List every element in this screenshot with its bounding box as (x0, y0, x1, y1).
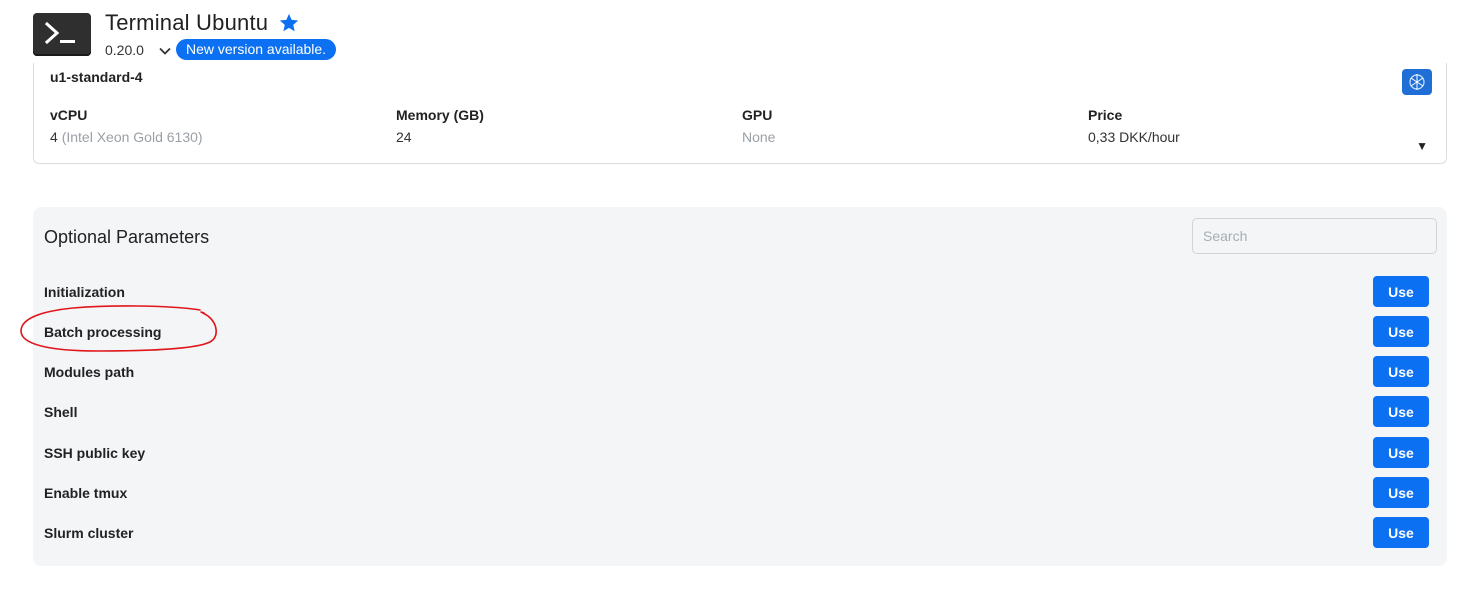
param-label: Shell (44, 404, 78, 420)
spec-detail: (Intel Xeon Gold 6130) (61, 129, 203, 145)
spec-label: GPU (742, 107, 773, 123)
param-label: Modules path (44, 364, 135, 380)
spec-value: None (742, 129, 776, 145)
app-title: Terminal Ubuntu (105, 10, 269, 35)
param-row-initialization: Initialization Use (33, 276, 1447, 308)
dropdown-arrow-icon[interactable]: ▼ (1416, 139, 1428, 153)
spec-label: vCPU (50, 107, 88, 123)
use-button[interactable]: Use (1373, 437, 1429, 468)
param-label: Initialization (44, 284, 125, 300)
param-row-shell: Shell Use (33, 396, 1447, 428)
param-label: SSH public key (44, 445, 146, 461)
chevron-down-icon[interactable] (158, 44, 172, 58)
spec-vcpu: vCPU 4 (Intel Xeon Gold 6130) (50, 107, 203, 145)
spec-price: Price 0,33 DKK/hour (1088, 107, 1180, 145)
param-row-batch-processing: Batch processing Use (33, 316, 1447, 348)
param-label: Enable tmux (44, 485, 128, 501)
use-button[interactable]: Use (1373, 316, 1429, 347)
use-button[interactable]: Use (1373, 517, 1429, 548)
param-row-ssh-public-key: SSH public key Use (33, 437, 1447, 469)
optional-parameters-title: Optional Parameters (44, 227, 210, 247)
spec-memory: Memory (GB) 24 (396, 107, 484, 145)
spec-value: 4 (50, 129, 58, 145)
machine-type-card[interactable]: u1-standard-4 vCPU 4 (Intel Xeon Gold 61… (33, 63, 1447, 164)
spec-label: Price (1088, 107, 1123, 123)
param-label: Batch processing (44, 324, 162, 340)
spec-label: Memory (GB) (396, 107, 484, 123)
favorite-star-icon[interactable] (278, 12, 300, 34)
spec-gpu: GPU None (742, 107, 775, 145)
param-row-modules-path: Modules path Use (33, 356, 1447, 388)
search-input[interactable] (1192, 218, 1437, 254)
use-button[interactable]: Use (1373, 356, 1429, 387)
param-label: Slurm cluster (44, 525, 134, 541)
new-version-badge[interactable]: New version available. (176, 39, 337, 60)
machine-name: u1-standard-4 (50, 69, 143, 85)
use-button[interactable]: Use (1373, 276, 1429, 307)
version-label: 0.20.0 (105, 42, 144, 58)
spec-value: 24 (396, 129, 412, 145)
use-button[interactable]: Use (1373, 477, 1429, 508)
param-row-enable-tmux: Enable tmux Use (33, 477, 1447, 509)
optional-parameters-panel: Optional Parameters Initialization Use B… (33, 207, 1447, 566)
spec-value: 0,33 DKK/hour (1088, 129, 1180, 145)
terminal-prompt-icon (33, 13, 91, 56)
provider-logo-icon (1402, 69, 1432, 95)
use-button[interactable]: Use (1373, 396, 1429, 427)
param-row-slurm-cluster: Slurm cluster Use (33, 517, 1447, 549)
